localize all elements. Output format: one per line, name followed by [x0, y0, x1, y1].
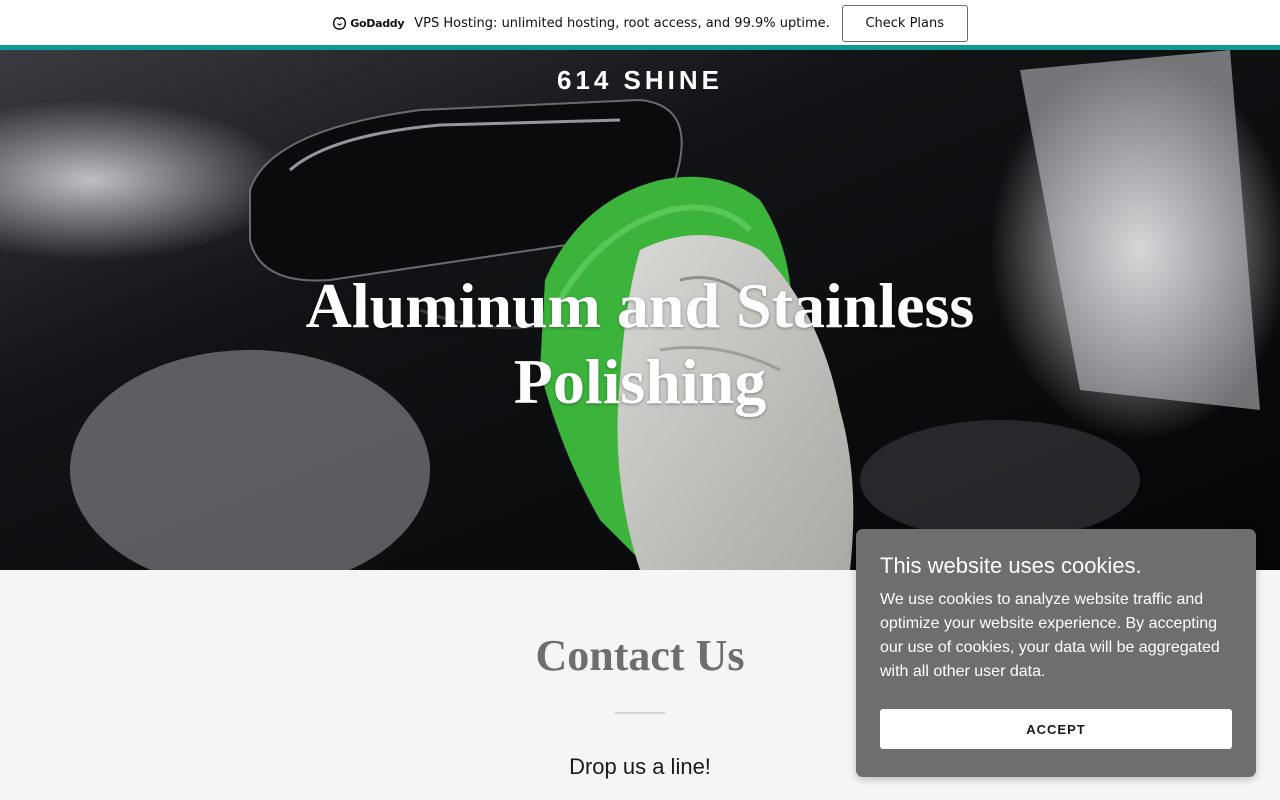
- cookie-banner-title: This website uses cookies.: [880, 553, 1142, 578]
- hero-heading: Aluminum and Stainless Polishing: [305, 270, 975, 417]
- site-title[interactable]: 614 SHINE: [0, 65, 1280, 96]
- check-plans-button[interactable]: Check Plans: [841, 4, 968, 42]
- accept-cookies-button[interactable]: ACCEPT: [880, 709, 1232, 749]
- promo-bar: GoDaddy VPS Hosting: unlimited hosting, …: [0, 0, 1280, 46]
- godaddy-icon: [333, 17, 347, 30]
- promo-message: VPS Hosting: unlimited hosting, root acc…: [414, 15, 830, 31]
- godaddy-logo-text: GoDaddy: [350, 16, 405, 30]
- godaddy-logo: GoDaddy: [332, 16, 405, 30]
- promo-content: GoDaddy VPS Hosting: unlimited hosting, …: [332, 4, 968, 42]
- hero-section: 614 SHINE Aluminum and Stainless Polishi…: [0, 50, 1280, 570]
- cookie-banner: This website uses cookies. We use cookie…: [856, 529, 1256, 777]
- cookie-banner-body: We use cookies to analyze website traffi…: [880, 591, 1220, 680]
- section-divider: [615, 712, 665, 714]
